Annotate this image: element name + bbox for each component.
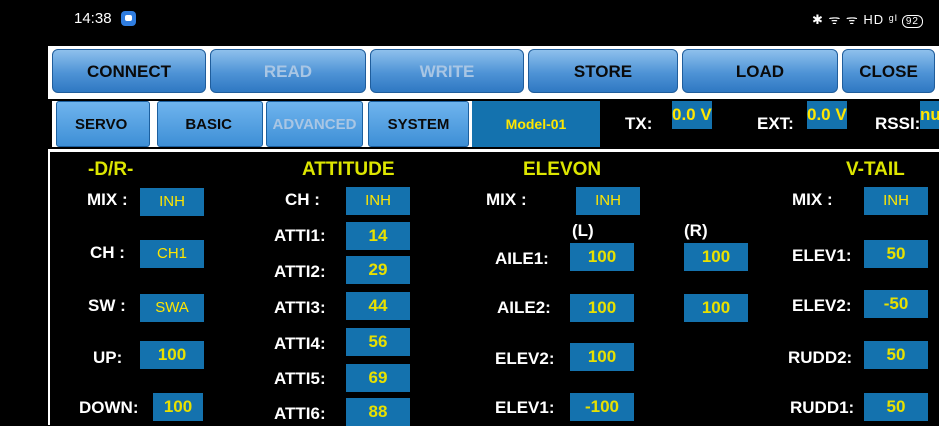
- app-notification-icon: [121, 11, 136, 26]
- ext-voltage: 0.0 V: [807, 101, 847, 129]
- atti1-value[interactable]: 14: [346, 222, 410, 250]
- dr-sw-label: SW :: [88, 296, 126, 315]
- vtail-elev1-value[interactable]: 50: [864, 240, 928, 268]
- aile2-label: AILE2:: [497, 298, 551, 317]
- vtail-title: V-TAIL: [846, 159, 905, 180]
- elevon-left-label: (L): [572, 221, 594, 240]
- atti4-value[interactable]: 56: [346, 328, 410, 356]
- tab-system[interactable]: SYSTEM: [368, 101, 469, 147]
- atti5-value[interactable]: 69: [346, 364, 410, 392]
- rudd2-value[interactable]: 50: [864, 341, 928, 369]
- attitude-ch-label: CH :: [285, 190, 320, 209]
- atti1-label: ATTI1:: [274, 226, 326, 245]
- model-name: Model-01: [472, 101, 600, 147]
- rudd1-value[interactable]: 50: [864, 393, 928, 421]
- tx-voltage: 0.0 V: [672, 101, 712, 129]
- rudd1-label: RUDD1:: [790, 398, 855, 417]
- vtail-elev2-label: ELEV2:: [792, 296, 852, 315]
- aile1-label: AILE1:: [495, 249, 549, 268]
- battery-icon: 92: [901, 15, 923, 28]
- atti2-label: ATTI2:: [274, 262, 326, 281]
- vtail-elev1-label: ELEV1:: [792, 246, 852, 265]
- atti6-value[interactable]: 88: [346, 398, 410, 426]
- elevon-elev1-value[interactable]: -100: [570, 393, 634, 421]
- dr-up-value[interactable]: 100: [140, 341, 204, 369]
- aile2-left-value[interactable]: 100: [570, 294, 634, 322]
- rssi-label: RSSI:: [875, 114, 921, 133]
- atti4-label: ATTI4:: [274, 334, 326, 353]
- store-button[interactable]: STORE: [528, 49, 678, 93]
- connect-button[interactable]: CONNECT: [52, 49, 206, 93]
- aile1-left-value[interactable]: 100: [570, 243, 634, 271]
- dr-down-label: DOWN:: [79, 398, 139, 417]
- elevon-title: ELEVON: [523, 159, 602, 180]
- rssi-value: nul: [920, 101, 939, 129]
- atti6-label: ATTI6:: [274, 404, 326, 423]
- elevon-elev2-label: ELEV2:: [495, 349, 555, 368]
- elevon-mix-value[interactable]: INH: [576, 187, 640, 215]
- load-button[interactable]: LOAD: [682, 49, 838, 93]
- atti2-value[interactable]: 29: [346, 256, 410, 284]
- attitude-title: ATTITUDE: [302, 159, 395, 180]
- status-indicators: ✱ ᯤ ᯤ HD ᵍᴵ: [811, 12, 898, 27]
- ext-label: EXT:: [757, 114, 794, 133]
- vtail-elev2-value[interactable]: -50: [864, 290, 928, 318]
- tx-label: TX:: [625, 114, 653, 133]
- rudd2-label: RUDD2:: [788, 348, 853, 367]
- dr-down-value[interactable]: 100: [153, 393, 203, 421]
- status-icons: ✱ ᯤ ᯤ HD ᵍᴵ 92: [812, 10, 923, 28]
- read-button[interactable]: READ: [210, 49, 366, 93]
- elevon-mix-label: MIX :: [486, 190, 527, 209]
- status-time: 14:38: [74, 10, 112, 27]
- attitude-ch-value[interactable]: INH: [346, 187, 410, 215]
- dr-sw-value[interactable]: SWA: [140, 294, 204, 322]
- elevon-elev2-value[interactable]: 100: [570, 343, 634, 371]
- dr-up-label: UP:: [93, 348, 123, 367]
- atti3-value[interactable]: 44: [346, 292, 410, 320]
- tab-advanced[interactable]: ADVANCED: [266, 101, 363, 147]
- aile1-right-value[interactable]: 100: [684, 243, 748, 271]
- atti3-label: ATTI3:: [274, 298, 326, 317]
- write-button[interactable]: WRITE: [370, 49, 524, 93]
- close-button[interactable]: CLOSE: [842, 49, 935, 93]
- vtail-mix-label: MIX :: [792, 190, 833, 209]
- dr-ch-value[interactable]: CH1: [140, 240, 204, 268]
- tab-basic[interactable]: BASIC: [157, 101, 263, 147]
- status-bar: 14:38 ✱ ᯤ ᯤ HD ᵍᴵ 92: [0, 0, 939, 42]
- dr-mix-value[interactable]: INH: [140, 188, 204, 216]
- dr-ch-label: CH :: [90, 243, 125, 262]
- vtail-mix-value[interactable]: INH: [864, 187, 928, 215]
- elevon-right-label: (R): [684, 221, 708, 240]
- aile2-right-value[interactable]: 100: [684, 294, 748, 322]
- dr-mix-label: MIX :: [87, 190, 128, 209]
- dr-title: -D/R-: [88, 159, 134, 180]
- atti5-label: ATTI5:: [274, 369, 326, 388]
- elevon-elev1-label: ELEV1:: [495, 398, 555, 417]
- tab-servo[interactable]: SERVO: [56, 101, 150, 147]
